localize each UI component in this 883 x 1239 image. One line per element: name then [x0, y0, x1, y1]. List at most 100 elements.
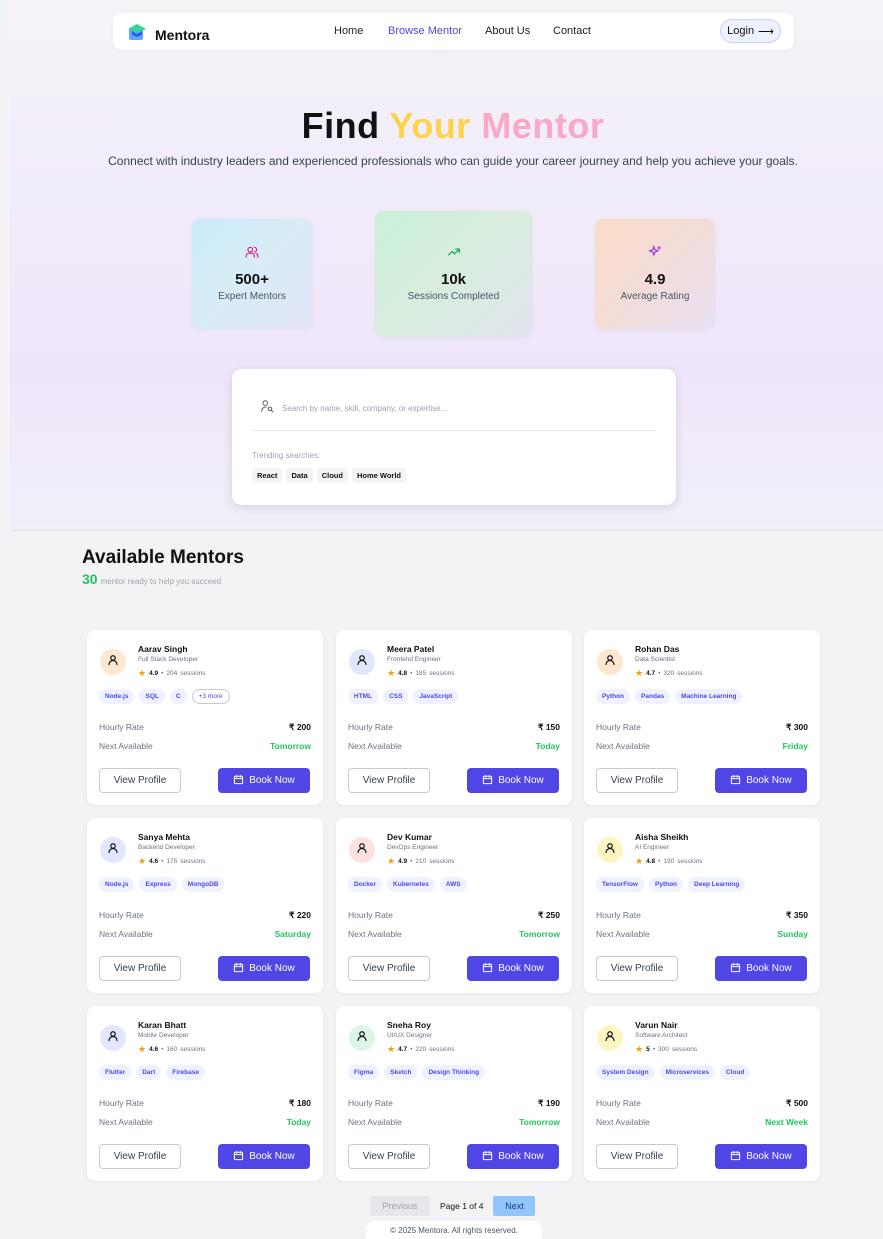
skill-tag: Python	[649, 877, 684, 892]
star-icon: ★	[387, 1044, 396, 1054]
star-icon: ★	[138, 856, 147, 866]
skill-tag: Deep Learning	[688, 877, 746, 892]
trending-tag[interactable]: Home World	[351, 468, 406, 483]
book-now-button[interactable]: Book Now	[218, 1144, 310, 1169]
hero-title: Find Your Mentor	[0, 105, 883, 147]
login-button[interactable]: Login ⟶	[720, 19, 781, 43]
book-now-button[interactable]: Book Now	[467, 768, 559, 793]
view-profile-button[interactable]: View Profile	[596, 768, 678, 793]
book-now-button[interactable]: Book Now	[715, 1144, 807, 1169]
book-now-button[interactable]: Book Now	[467, 956, 559, 981]
view-profile-button[interactable]: View Profile	[99, 1144, 181, 1169]
view-profile-button[interactable]: View Profile	[596, 1144, 678, 1169]
calendar-icon	[233, 1150, 244, 1164]
brand-logo[interactable]: Mentora	[127, 23, 209, 46]
nav-link-home[interactable]: Home	[334, 25, 363, 37]
book-now-button[interactable]: Book Now	[218, 768, 310, 793]
next-available-value: Tomorrow	[519, 1117, 560, 1127]
hourly-rate-value: ₹ 150	[538, 722, 560, 732]
hourly-rate-label: Hourly Rate	[596, 1098, 641, 1108]
skill-tag: JavaScript	[413, 689, 459, 704]
mentor-name[interactable]: Sanya Mehta	[138, 832, 190, 842]
mentor-card: Varun Nair Software Architect ★ 5 • 300 sessio…	[584, 1006, 820, 1181]
view-profile-button[interactable]: View Profile	[99, 768, 181, 793]
mentor-name[interactable]: Aisha Sheikh	[635, 832, 688, 842]
hero-title-word-2: Your	[389, 105, 471, 146]
mentor-name[interactable]: Dev Kumar	[387, 832, 432, 842]
next-page-button[interactable]: Next	[493, 1196, 536, 1216]
sessions-suffix: sessions	[429, 670, 455, 677]
stat-label: Expert Mentors	[218, 291, 286, 302]
next-available-label: Next Available	[596, 1117, 650, 1127]
rating-value: 4.7	[398, 1046, 408, 1053]
avatar	[100, 649, 126, 675]
view-profile-button[interactable]: View Profile	[348, 956, 430, 981]
rating-value: 4.7	[646, 670, 656, 677]
trending-tag[interactable]: Cloud	[316, 468, 348, 483]
book-now-button[interactable]: Book Now	[715, 956, 807, 981]
next-available-value: Next Week	[765, 1117, 808, 1127]
trending-tag[interactable]: Data	[286, 468, 313, 483]
section-title: Available Mentors	[82, 547, 244, 568]
mentor-name[interactable]: Meera Patel	[387, 644, 434, 654]
book-now-button[interactable]: Book Now	[715, 768, 807, 793]
skill-tags: Figma Sketch Design Thinking	[348, 1065, 486, 1080]
next-available-label: Next Available	[348, 1117, 402, 1127]
nav-link-browse-mentor[interactable]: Browse Mentor	[388, 25, 462, 37]
hourly-rate-value: ₹ 220	[289, 910, 311, 920]
hero-subtitle: Connect with industry leaders and experi…	[108, 154, 798, 168]
skill-tag: CSS	[383, 689, 409, 704]
skill-tag: SQL	[139, 689, 165, 704]
book-now-button[interactable]: Book Now	[467, 1144, 559, 1169]
stat-card-mentors: 500+ Expert Mentors	[192, 219, 312, 329]
arrow-right-icon: ⟶	[758, 25, 774, 38]
avatar	[349, 1025, 375, 1051]
book-now-label: Book Now	[498, 775, 544, 786]
session-count: 300	[657, 1046, 669, 1053]
book-now-label: Book Now	[746, 963, 792, 974]
hourly-rate-label: Hourly Rate	[596, 722, 641, 732]
next-available-label: Next Available	[99, 741, 153, 751]
hero-title-word-1: Find	[301, 105, 380, 146]
mentor-rating: ★ 4.6 • 160 sessions	[138, 1044, 206, 1055]
book-now-label: Book Now	[249, 1151, 295, 1162]
session-count: 220	[415, 1046, 427, 1053]
mentor-role: Software Architect	[635, 1032, 688, 1039]
next-available-value: Today	[286, 1117, 311, 1127]
view-profile-button[interactable]: View Profile	[99, 956, 181, 981]
mentor-name[interactable]: Varun Nair	[635, 1020, 678, 1030]
user-icon	[107, 653, 119, 671]
user-search-icon	[260, 399, 274, 418]
session-count: 175	[166, 858, 178, 865]
mentor-rating: ★ 4.7 • 320 sessions	[635, 668, 703, 679]
mentor-name[interactable]: Karan Bhatt	[138, 1020, 186, 1030]
mentor-name[interactable]: Rohan Das	[635, 644, 679, 654]
stat-card-rating: 4.9 Average Rating	[595, 219, 715, 329]
more-skills-tag[interactable]: +3 more	[191, 689, 230, 704]
nav-link-about-us[interactable]: About Us	[485, 25, 530, 37]
calendar-icon	[482, 962, 493, 976]
search-panel: Trending searches: React Data Cloud Home…	[232, 369, 676, 505]
mentor-name[interactable]: Aarav Singh	[138, 644, 188, 654]
view-profile-button[interactable]: View Profile	[348, 1144, 430, 1169]
trending-tag[interactable]: React	[252, 468, 283, 483]
avatar	[100, 1025, 126, 1051]
avatar	[349, 649, 375, 675]
book-now-label: Book Now	[746, 1151, 792, 1162]
skill-tag: Machine Learning	[675, 689, 743, 704]
rating-value: 4.8	[646, 858, 656, 865]
previous-page-button[interactable]: Previous	[370, 1196, 430, 1216]
user-icon	[107, 1029, 119, 1047]
next-available-value: Saturday	[274, 929, 311, 939]
nav-link-contact[interactable]: Contact	[553, 25, 591, 37]
view-profile-button[interactable]: View Profile	[348, 768, 430, 793]
mentor-name[interactable]: Sneha Roy	[387, 1020, 431, 1030]
calendar-icon	[730, 774, 741, 788]
search-input[interactable]	[282, 404, 642, 413]
rating-value: 5	[646, 1046, 650, 1053]
user-icon	[604, 1029, 616, 1047]
book-now-button[interactable]: Book Now	[218, 956, 310, 981]
trending-label: Trending searches:	[252, 451, 321, 460]
mentor-card: Sanya Mehta Backend Developer ★ 4.6 • 175 sess…	[87, 818, 323, 993]
view-profile-button[interactable]: View Profile	[596, 956, 678, 981]
